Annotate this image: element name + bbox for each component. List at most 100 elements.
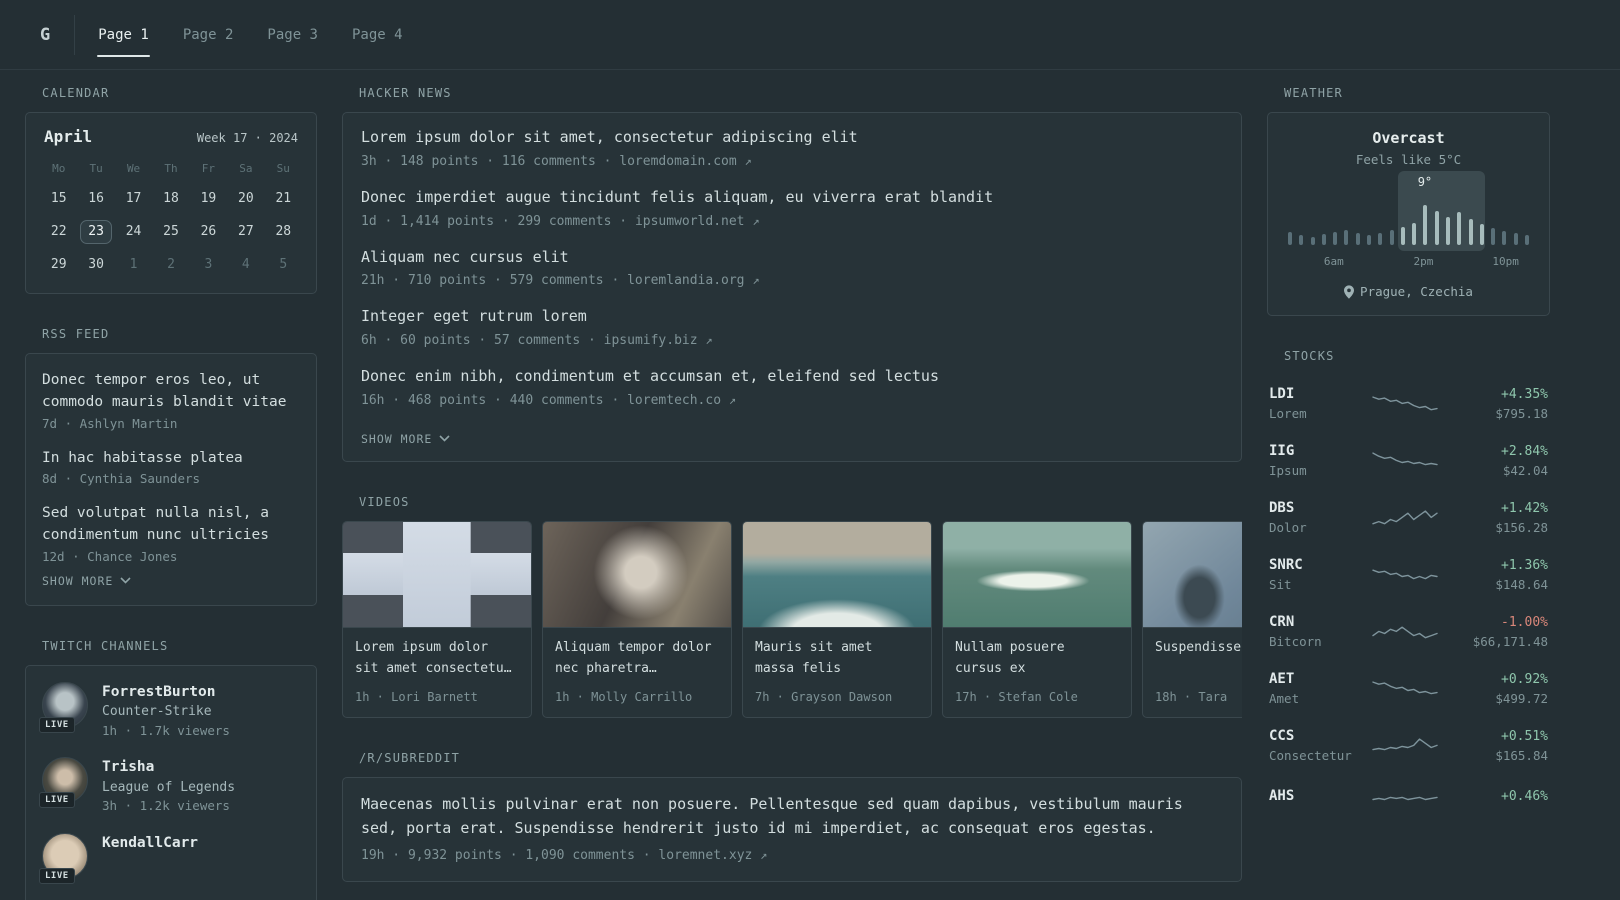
video-thumbnail[interactable] xyxy=(343,521,531,628)
stock-id: DBS Dolor xyxy=(1269,500,1361,535)
video-card[interactable]: Aliquam tempor dolor nec pharetra… 1h · … xyxy=(542,520,732,718)
weather-bar xyxy=(1491,228,1496,245)
video-card[interactable]: Suspendisse diam 18h · Tara xyxy=(1142,520,1242,718)
twitch-channel-row[interactable]: LIVE KendallCarr xyxy=(39,832,300,884)
hackernews-item-title[interactable]: Donec imperdiet augue tincidunt felis al… xyxy=(361,187,1223,209)
video-meta: 1h · Lori Barnett xyxy=(355,689,478,704)
twitch-channel-name[interactable]: Trisha xyxy=(102,757,235,777)
weather-bar xyxy=(1434,211,1439,245)
video-card[interactable]: Mauris sit amet massa felis 7h · Grayson… xyxy=(742,520,932,718)
video-title[interactable]: Aliquam tempor dolor nec pharetra… xyxy=(555,638,719,680)
hackernews-item-title[interactable]: Integer eget rutrum lorem xyxy=(361,306,1223,328)
hackernews-item-meta: 3h · 148 points · 116 comments · loremdo… xyxy=(361,154,1223,169)
stock-ticker[interactable]: IIG xyxy=(1269,443,1361,459)
video-card[interactable]: Nullam posuere cursus ex 17h · Stefan Co… xyxy=(942,520,1132,718)
rss-item-meta: 8d · Cynthia Saunders xyxy=(42,471,201,487)
hackernews-item-title[interactable]: Aliquam nec cursus elit xyxy=(361,247,1223,269)
stock-change: +1.36% xyxy=(1501,557,1548,573)
stock-price: $156.28 xyxy=(1495,519,1548,535)
chevron-down-icon xyxy=(120,577,131,584)
weekday-label: Fr xyxy=(201,162,216,175)
video-thumbnail[interactable] xyxy=(743,521,931,628)
video-thumbnail[interactable] xyxy=(1143,521,1242,628)
rss-show-more-label: SHOW MORE xyxy=(42,573,114,588)
calendar-day: 4 xyxy=(241,257,250,272)
video-title[interactable]: Mauris sit amet massa felis xyxy=(755,638,919,680)
video-card-body: Nullam posuere cursus ex 17h · Stefan Co… xyxy=(943,628,1131,717)
stock-sparkline xyxy=(1361,391,1448,417)
hackernews-item-title[interactable]: Donec enim nibh, condimentum et accumsan… xyxy=(361,366,1223,388)
twitch-channel-row[interactable]: LIVE Trisha League of Legends 3h · 1.2k … xyxy=(39,757,300,816)
stock-ticker[interactable]: CRN xyxy=(1269,614,1361,630)
page-tab[interactable]: Page 4 xyxy=(351,24,404,46)
twitch-channel-name[interactable]: KendallCarr xyxy=(102,833,198,853)
weather-widget: WEATHER Overcast Feels like 5°C 9° 6am 2… xyxy=(1267,86,1550,316)
calendar-day: 2 xyxy=(167,257,175,272)
hackernews-show-more-button[interactable]: SHOW MORE xyxy=(361,432,450,446)
weather-card: Overcast Feels like 5°C 9° 6am 2pm 10pm … xyxy=(1267,112,1550,316)
stock-id: LDI Lorem xyxy=(1269,386,1361,421)
hackernews-item-domain-link[interactable]: loremdomain.com xyxy=(619,154,736,169)
stock-change: +4.35% xyxy=(1501,386,1548,402)
weekday-label: Su xyxy=(276,162,290,175)
page-tab[interactable]: Page 3 xyxy=(266,24,319,46)
video-thumbnail[interactable] xyxy=(943,521,1131,628)
weather-bar xyxy=(1479,224,1484,245)
stocks-section-title: STOCKS xyxy=(1284,349,1335,363)
calendar-section-title: CALENDAR xyxy=(42,86,110,100)
external-link-icon: ↗ xyxy=(728,392,737,407)
weather-temp-label: 9° xyxy=(1417,175,1433,189)
stock-price: $148.64 xyxy=(1495,576,1548,592)
twitch-section-title: TWITCH CHANNELS xyxy=(42,638,169,653)
calendar-day: 24 xyxy=(125,224,142,239)
dashboard-grid: CALENDAR April Week 17 · 2024 Mo Tu We Th Fr… xyxy=(0,70,1620,900)
stock-ticker[interactable]: DBS xyxy=(1269,500,1361,516)
page-tab[interactable]: Page 1 xyxy=(97,24,150,57)
twitch-card: LIVE ForrestBurton Counter-Strike 1h · 1… xyxy=(25,664,317,900)
weekday-label: Sa xyxy=(239,162,253,175)
stock-ticker[interactable]: AET xyxy=(1269,671,1361,687)
stock-name: Consectetur xyxy=(1269,748,1352,763)
rss-list: Donec tempor eros leo, ut commodo mauris… xyxy=(42,370,300,564)
video-title[interactable]: Suspendisse diam xyxy=(1155,638,1242,680)
hackernews-item-domain-link[interactable]: loremtech.co xyxy=(627,393,721,408)
rss-item-title[interactable]: Donec tempor eros leo, ut commodo mauris… xyxy=(42,370,300,414)
stock-ticker[interactable]: AHS xyxy=(1269,788,1361,804)
video-thumbnail[interactable] xyxy=(543,521,731,628)
stock-ticker[interactable]: CCS xyxy=(1269,728,1361,744)
stock-id: IIG Ipsum xyxy=(1269,443,1361,478)
stocks-widget: STOCKS LDI Lorem +4.35% $795.18 IIG Ipsu… xyxy=(1267,349,1550,822)
hackernews-item-domain-link[interactable]: ipsumworld.net xyxy=(635,214,745,229)
stock-price: $499.72 xyxy=(1495,690,1548,706)
rss-item-title[interactable]: Sed volutpat nulla nisl, a condimentum n… xyxy=(42,503,300,547)
stock-price: $165.84 xyxy=(1495,747,1548,763)
calendar-week-label: Week 17 · 2024 xyxy=(196,131,298,145)
stock-ticker[interactable]: LDI xyxy=(1269,386,1361,402)
twitch-channel-row[interactable]: LIVE ForrestBurton Counter-Strike 1h · 1… xyxy=(39,681,300,741)
subreddit-post-title[interactable]: Maecenas mollis pulvinar erat non posuer… xyxy=(361,792,1223,840)
calendar-day: 29 xyxy=(50,257,67,272)
page-tab[interactable]: Page 2 xyxy=(182,24,235,46)
subreddit-post-domain-link[interactable]: loremnet.xyz xyxy=(658,848,752,863)
weather-bar xyxy=(1333,232,1338,245)
stock-values: +2.84% $42.04 xyxy=(1448,444,1548,478)
rss-item-meta: 7d · Ashlyn Martin xyxy=(42,415,178,431)
video-title[interactable]: Nullam posuere cursus ex xyxy=(955,638,1119,680)
hackernews-item-domain-link[interactable]: ipsumify.biz xyxy=(604,333,698,348)
hackernews-item-title[interactable]: Lorem ipsum dolor sit amet, consectetur … xyxy=(361,127,1223,149)
rss-item-title[interactable]: In hac habitasse platea xyxy=(42,448,300,470)
stock-ticker[interactable]: SNRC xyxy=(1269,557,1361,573)
hackernews-item-stats: 3h · 148 points · 116 comments · xyxy=(361,153,612,169)
subreddit-widget: /R/SUBREDDIT Maecenas mollis pulvinar er… xyxy=(342,751,1242,882)
stock-id: SNRC Sit xyxy=(1269,557,1361,592)
video-meta: 7h · Grayson Dawson xyxy=(755,689,893,704)
stock-sparkline xyxy=(1361,448,1448,474)
twitch-channel-name[interactable]: ForrestBurton xyxy=(102,682,230,702)
video-title[interactable]: Lorem ipsum dolor sit amet consectetu… xyxy=(355,638,519,680)
middle-column: HACKER NEWS Lorem ipsum dolor sit amet, … xyxy=(342,86,1242,900)
hackernews-item-domain-link[interactable]: loremlandia.org xyxy=(627,273,744,288)
video-card[interactable]: Lorem ipsum dolor sit amet consectetu… 1… xyxy=(342,520,532,718)
rss-show-more-button[interactable]: SHOW MORE xyxy=(42,574,131,588)
video-card-body: Lorem ipsum dolor sit amet consectetu… 1… xyxy=(343,628,531,717)
rss-section-title: RSS FEED xyxy=(42,327,110,341)
